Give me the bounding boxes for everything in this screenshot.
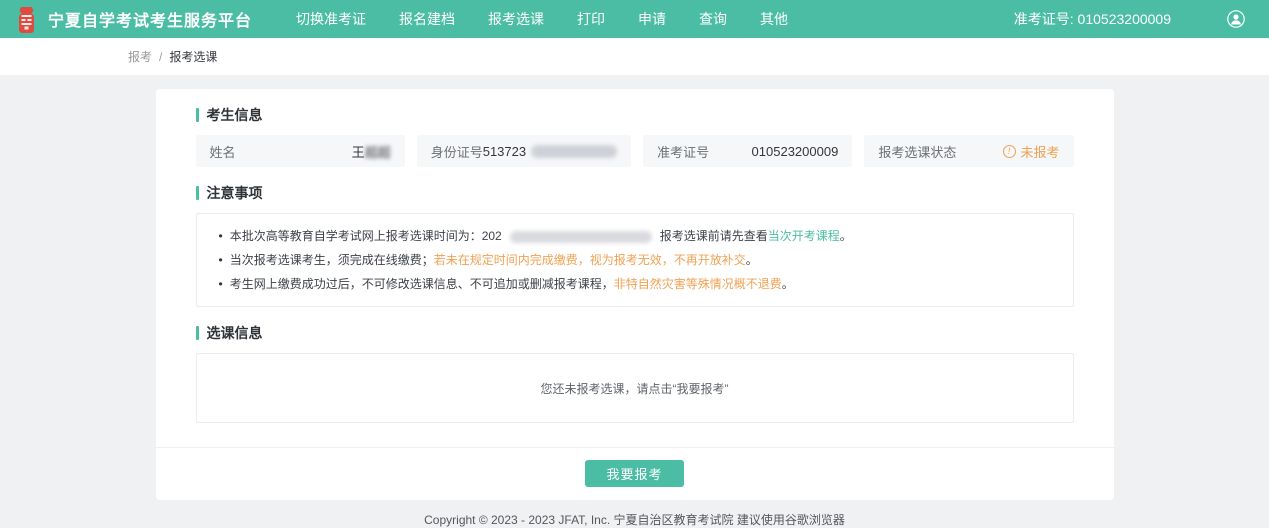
- field-id-number-value: 513723: [483, 144, 617, 159]
- main-content: 考生信息 姓名 王超超 身份证号 513723 准考证号 01052320000…: [0, 75, 1269, 500]
- section-title-notes: 注意事项: [196, 183, 1074, 203]
- nav-item-registration[interactable]: 报名建档: [399, 9, 455, 29]
- open-courses-link[interactable]: 当次开考课程: [768, 229, 840, 243]
- nav-item-other[interactable]: 其他: [760, 9, 788, 29]
- note-item: • 考生网上缴费成功过后，不可修改选课信息、不可追加或删减报考课程，非特自然灾害等…: [219, 272, 1051, 296]
- note-text: 考生网上缴费成功过后，不可修改选课信息、不可追加或删减报考课程，: [230, 277, 614, 291]
- note-item: • 本批次高等教育自学考试网上报考选课时间为：202 报考选课前请先查看当次开考课程…: [219, 224, 1051, 248]
- section-title-candidate-info: 考生信息: [196, 105, 1074, 125]
- breadcrumb-separator: /: [159, 50, 162, 64]
- breadcrumb: 报考 / 报考选课: [0, 38, 1269, 75]
- empty-state-text: 您还未报考选课，请点击“我要报考”: [541, 380, 729, 397]
- candidate-info-row: 姓名 王超超 身份证号 513723 准考证号 010523200009 报考选…: [196, 135, 1074, 167]
- note-text: 。: [840, 229, 852, 243]
- status-badge: 未报考: [1021, 142, 1060, 161]
- field-name: 姓名 王超超: [196, 135, 405, 167]
- redacted-id-block: [531, 145, 617, 158]
- field-name-label: 姓名: [210, 142, 236, 161]
- note-text: 报考选课前请先查看: [660, 229, 768, 243]
- brand: 宁夏自学考试考生服务平台: [15, 6, 252, 33]
- nav-item-course-selection[interactable]: 报考选课: [488, 9, 544, 29]
- warning-icon: [1003, 145, 1016, 158]
- note-item: • 当次报考选课考生，须完成在线缴费；若未在规定时间内完成缴费，视为报考无效，不再…: [219, 248, 1051, 272]
- bullet-icon: •: [219, 277, 223, 291]
- section-title-text: 注意事项: [207, 183, 263, 203]
- note-text: 当次报考选课考生，须完成在线缴费；: [230, 253, 434, 267]
- section-title-course-selection: 选课信息: [196, 323, 1074, 343]
- breadcrumb-parent[interactable]: 报考: [128, 48, 152, 65]
- main-card: 考生信息 姓名 王超超 身份证号 513723 准考证号 01052320000…: [156, 89, 1114, 500]
- course-selection-empty-state: 您还未报考选课，请点击“我要报考”: [196, 353, 1074, 423]
- notes-box: • 本批次高等教育自学考试网上报考选课时间为：202 报考选课前请先查看当次开考课程…: [196, 213, 1074, 307]
- bullet-icon: •: [219, 253, 223, 267]
- ticket-number-label: 准考证号: 010523200009: [1014, 9, 1171, 29]
- nav-item-print[interactable]: 打印: [577, 9, 605, 29]
- field-id-number-value-clear: 513723: [483, 144, 526, 159]
- note-warning-text: 非特自然灾害等殊情况概不退费: [614, 277, 782, 291]
- section-title-text: 考生信息: [207, 105, 263, 125]
- field-name-value-clear: 王: [352, 142, 365, 161]
- note-text: 本批次高等教育自学考试网上报考选课时间为：202: [230, 229, 502, 243]
- redacted-date-block: [510, 231, 652, 243]
- note-text: 。: [782, 277, 794, 291]
- field-ticket-number-label: 准考证号: [657, 142, 709, 161]
- section-title-bar: [196, 186, 199, 200]
- copyright-text: Copyright © 2023 - 2023 JFAT, Inc. 宁夏自治区…: [0, 511, 1269, 528]
- field-selection-status-label: 报考选课状态: [878, 142, 956, 161]
- card-body: 考生信息 姓名 王超超 身份证号 513723 准考证号 01052320000…: [156, 89, 1114, 447]
- field-ticket-number: 准考证号 010523200009: [643, 135, 852, 167]
- field-name-value-redacted: 超超: [365, 142, 391, 161]
- top-nav: 切换准考证 报名建档 报考选课 打印 申请 查询 其他: [296, 9, 788, 29]
- field-selection-status: 报考选课状态 未报考: [864, 135, 1073, 167]
- note-warning-text: 若未在规定时间内完成缴费，视为报考无效，不再开放补交: [434, 253, 746, 267]
- nav-item-query[interactable]: 查询: [699, 9, 727, 29]
- section-title-bar: [196, 326, 199, 340]
- apply-button[interactable]: 我要报考: [585, 460, 683, 487]
- app-header: 宁夏自学考试考生服务平台 切换准考证 报名建档 报考选课 打印 申请 查询 其他…: [0, 0, 1269, 38]
- card-footer: 我要报考: [156, 447, 1114, 500]
- note-text: 。: [746, 253, 758, 267]
- nav-item-switch-ticket[interactable]: 切换准考证: [296, 9, 366, 29]
- breadcrumb-current: 报考选课: [169, 48, 217, 65]
- nav-item-apply[interactable]: 申请: [638, 9, 666, 29]
- app-title: 宁夏自学考试考生服务平台: [48, 7, 252, 31]
- field-ticket-number-value: 010523200009: [752, 144, 839, 159]
- section-title-bar: [196, 108, 199, 122]
- section-title-text: 选课信息: [207, 323, 263, 343]
- bullet-icon: •: [219, 229, 223, 243]
- field-selection-status-value: 未报考: [1003, 142, 1060, 161]
- app-logo-icon: [15, 6, 38, 33]
- field-id-number: 身份证号 513723: [417, 135, 631, 167]
- field-id-number-label: 身份证号: [431, 142, 483, 161]
- user-account-icon[interactable]: [1227, 10, 1245, 28]
- field-name-value: 王超超: [352, 142, 391, 161]
